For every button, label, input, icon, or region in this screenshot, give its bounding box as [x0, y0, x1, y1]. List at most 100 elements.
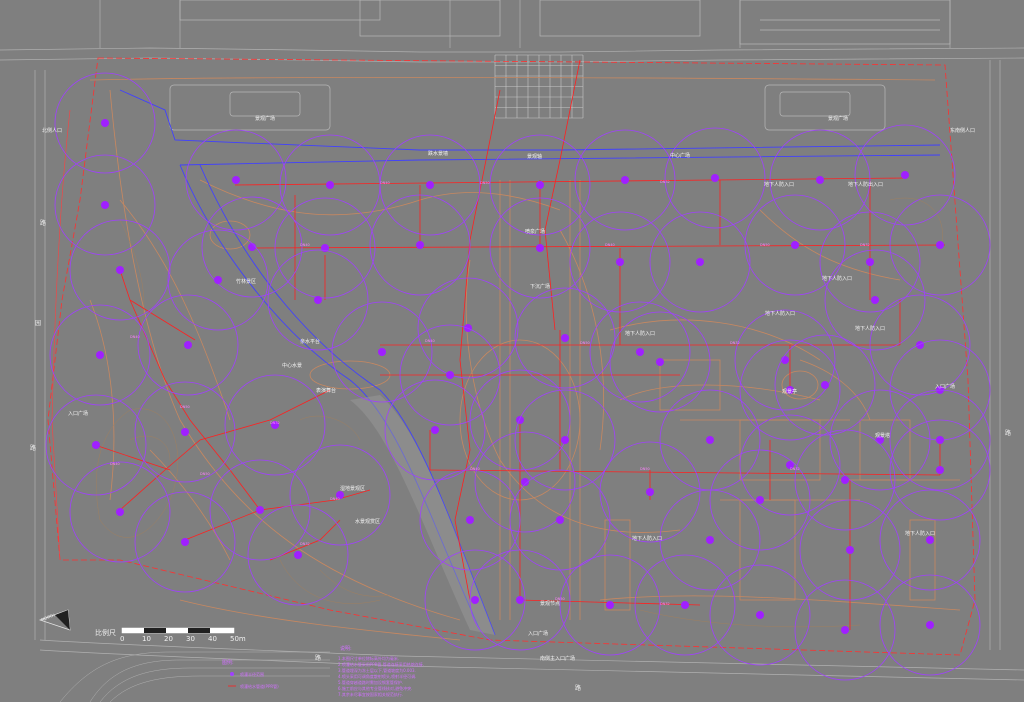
sprinkler-icon	[636, 348, 644, 356]
pipe-size-tag: DN32	[660, 602, 670, 606]
legend-title: 图例:	[222, 659, 234, 666]
label-ug-entrance-4: 地下人防入口	[765, 310, 795, 317]
sprinkler-icon	[901, 171, 909, 179]
label-pool: 中心水景	[282, 362, 302, 369]
label-west-square: 入口广场	[68, 410, 88, 417]
note-line-7: 7.其余未尽事宜按国家相关规范执行.	[338, 691, 403, 697]
pipe-size-tag: DN50	[760, 243, 770, 247]
legend-item-sprinkler: 喷灌半径范围	[240, 671, 264, 677]
road-name-road-w2: 园	[35, 320, 41, 327]
scale-tick-label: 30	[186, 635, 195, 643]
sprinkler-icon	[294, 551, 302, 559]
sprinkler-icon	[926, 621, 934, 629]
label-nw-entrance: 北侧人口	[42, 127, 62, 134]
sprinkler-icon	[706, 436, 714, 444]
pipe-size-tag: DN32	[790, 467, 800, 471]
pipe-size-tag: DN40	[110, 462, 120, 466]
label-ug-entrance-7: 地下人防入口	[632, 535, 662, 542]
note-line-3: 3.管道埋深为冻土层以下,管道坡度为0.003.	[338, 667, 416, 673]
pipe-size-tag: DN32	[270, 421, 280, 425]
road-name-road-w1: 路	[40, 219, 46, 227]
legend-sprinkler-icon	[230, 672, 234, 676]
sprinkler-icon	[916, 341, 924, 349]
sprinkler-icon	[816, 176, 824, 184]
sprinkler-icon	[248, 243, 256, 251]
sprinkler-icon	[256, 506, 264, 514]
label-central-plaza: 中心广场	[670, 152, 690, 159]
pipe-size-tag: DN50	[580, 341, 590, 345]
sprinkler-icon	[616, 258, 624, 266]
site-plan-drawing: DN40 DN50 DN32 DN40 DN50 DN32 DN40 DN50 DN32 DN40…	[0, 0, 1024, 702]
road-name-road-s1: 路	[315, 654, 321, 662]
sprinkler-icon	[561, 436, 569, 444]
sprinkler-icon	[606, 601, 614, 609]
scale-tick-label: 40	[208, 635, 217, 643]
sprinkler-icon	[214, 276, 222, 284]
sprinkler-icon	[181, 428, 189, 436]
sprinkler-icon	[696, 258, 704, 266]
note-line-2: 2.喷灌给水管采用PPR管,管道连接采用热熔连接.	[338, 661, 424, 667]
sprinkler-icon	[181, 538, 189, 546]
note-line-5: 5.管道穿越道路时需加设钢套管保护.	[338, 679, 403, 685]
label-water-feature: 跌水景墙	[428, 150, 448, 157]
scale-bar-title: 比例尺	[95, 628, 116, 637]
sprinkler-icon	[621, 176, 629, 184]
sprinkler-icon	[936, 241, 944, 249]
sprinkler-icon	[232, 176, 240, 184]
sprinkler-icon	[466, 516, 474, 524]
sprinkler-icon	[841, 626, 849, 634]
scale-tick-label: 10	[142, 635, 151, 643]
sprinkler-icon	[516, 596, 524, 604]
sprinkler-icon	[711, 174, 719, 182]
sprinkler-icon	[92, 441, 100, 449]
sprinkler-icon	[681, 601, 689, 609]
label-ug-entrance-1: 地下人防入口	[764, 181, 794, 188]
sprinkler-icon	[656, 358, 664, 366]
road-name-road-e1: 路	[1005, 429, 1011, 437]
label-east-square: 入口广场	[935, 383, 955, 390]
label-fountain: 喷泉广场	[525, 228, 545, 235]
label-ug-entrance-6: 地下人防入口	[625, 330, 655, 337]
sprinkler-icon	[556, 516, 564, 524]
scale-tick-label: 20	[164, 635, 173, 643]
sprinkler-icon	[646, 488, 654, 496]
scale-tick-label: 0	[120, 635, 124, 643]
pipe-size-tag: DN40	[130, 335, 140, 339]
sprinkler-icon	[516, 416, 524, 424]
label-wetland: 湿地景观区	[340, 485, 365, 492]
label-east-tower: 观景塔	[875, 432, 890, 439]
label-sunken: 下沉广场	[530, 283, 550, 290]
sprinkler-icon	[101, 119, 109, 127]
label-waterside-pavilion: 亲水平台	[300, 338, 320, 345]
label-stage: 表演舞台	[316, 387, 336, 394]
label-south-square: 入口广场	[528, 630, 548, 637]
label-waterscape: 水景观赏区	[355, 518, 380, 525]
label-bamboo: 竹林景区	[236, 278, 256, 285]
pipe-size-tag: DN50	[640, 467, 650, 471]
pipe-size-tag: DN40	[470, 467, 480, 471]
sprinkler-icon	[791, 241, 799, 249]
note-line-6: 6.施工前应与其他专业管线核对,避免冲突.	[338, 685, 412, 691]
sprinkler-icon	[706, 536, 714, 544]
sprinkler-icon	[871, 296, 879, 304]
label-sw-node: 景观节点	[540, 600, 560, 607]
sprinkler-icon	[536, 244, 544, 252]
road-name-road-w3: 路	[30, 444, 36, 452]
sprinkler-icon	[446, 371, 454, 379]
road-name-road-s2: 路	[575, 684, 581, 692]
pipe-size-tag: DN40	[300, 243, 310, 247]
sprinkler-icon	[926, 536, 934, 544]
sprinkler-icon	[378, 348, 386, 356]
pipe-size-tag: DN32	[730, 341, 740, 345]
pipe-size-tag: DN50	[200, 472, 210, 476]
legend-item-pipe: 喷灌给水管道(PPR管)	[240, 683, 279, 689]
pipe-size-tag: DN40	[380, 181, 390, 185]
sprinkler-icon	[936, 436, 944, 444]
pipe-size-tag: DN32	[300, 542, 310, 546]
sprinkler-icon	[756, 496, 764, 504]
sprinkler-icon	[426, 181, 434, 189]
pipe-size-tag: DN50	[480, 181, 490, 185]
sprinkler-icon	[866, 258, 874, 266]
note-line-4: 4.喷头采用可调角度散射喷头,喷射半径可调.	[338, 673, 416, 679]
sprinkler-icon	[821, 381, 829, 389]
